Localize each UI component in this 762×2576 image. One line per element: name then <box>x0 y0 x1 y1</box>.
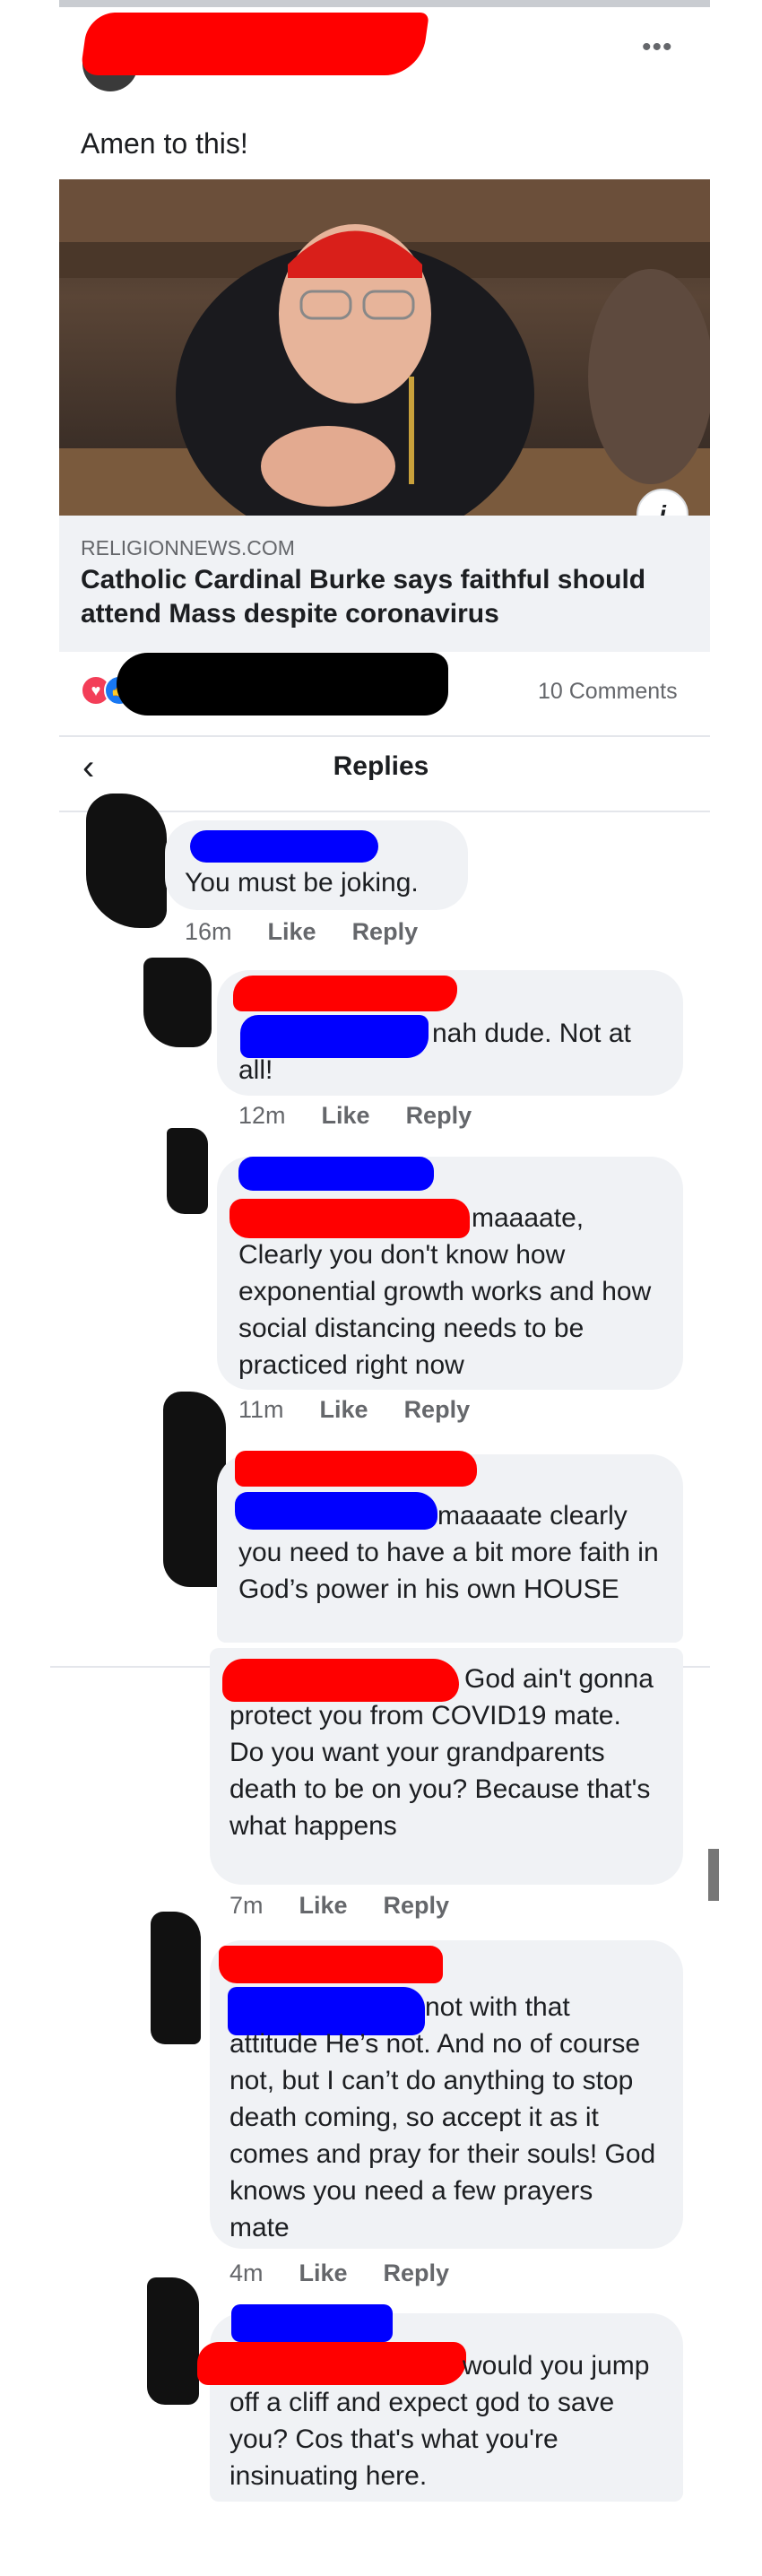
article-photo-illustration <box>59 179 710 516</box>
divider <box>59 735 710 737</box>
scroll-tab[interactable] <box>708 1849 719 1901</box>
like-link[interactable]: Like <box>268 918 316 945</box>
comment-time: 12m <box>238 1102 286 1129</box>
comment-actions: 12m Like Reply <box>238 1102 507 1130</box>
redacted-commenter-name <box>235 1451 477 1487</box>
reply-link[interactable]: Reply <box>406 1102 472 1129</box>
like-link[interactable]: Like <box>320 1396 368 1423</box>
redacted-commenter-name <box>190 830 378 863</box>
article-photo[interactable] <box>59 179 710 516</box>
commenter-avatar[interactable] <box>86 794 167 928</box>
comment-time: 16m <box>185 918 232 945</box>
comment-time: 7m <box>229 1892 264 1919</box>
comment-text: not with that attitude He’s not. And no … <box>229 1992 656 2242</box>
comment-text: God ain't gonna protect you from COVID19… <box>229 1664 654 1841</box>
comment-actions: 11m Like Reply <box>238 1396 506 1424</box>
reply-link[interactable]: Reply <box>404 1396 471 1423</box>
more-horizontal-icon[interactable]: ••• <box>642 32 673 63</box>
redacted-commenter-name <box>233 976 457 1011</box>
comment-text: You must be joking. <box>185 868 419 898</box>
comment-actions: 16m Like Reply <box>185 918 454 946</box>
replies-title: Replies <box>333 751 429 781</box>
redacted-reactions-names <box>117 653 448 716</box>
redacted-commenter-name <box>219 1946 443 1983</box>
redacted-commenter-name <box>231 2304 393 2342</box>
comment-text: nah dude. Not at all! <box>238 1019 631 1085</box>
like-link[interactable]: Like <box>299 2259 348 2286</box>
like-link[interactable]: Like <box>322 1102 370 1129</box>
commenter-avatar[interactable] <box>167 1128 208 1214</box>
comments-count[interactable]: 10 Comments <box>538 679 678 705</box>
commenter-avatar[interactable] <box>143 958 212 1047</box>
chevron-left-icon[interactable]: ‹ <box>82 748 94 788</box>
comment-time: 11m <box>238 1396 284 1423</box>
comment-time: 4m <box>229 2259 264 2286</box>
reply-link[interactable]: Reply <box>352 918 419 945</box>
link-headline[interactable]: Catholic Cardinal Burke says faithful sh… <box>81 563 690 631</box>
top-border <box>59 0 710 7</box>
commenter-avatar[interactable] <box>147 2277 199 2405</box>
comment-text: maaaate clearly you need to have a bit m… <box>238 1501 659 1604</box>
redacted-commenter-name <box>238 1157 434 1191</box>
reply-link[interactable]: Reply <box>384 2259 450 2286</box>
comment-actions: 4m Like Reply <box>229 2259 485 2287</box>
reply-link[interactable]: Reply <box>384 1892 450 1919</box>
redacted-author-name <box>80 13 429 75</box>
like-link[interactable]: Like <box>299 1892 348 1919</box>
comment-text: maaaate, Clearly you don't know how expo… <box>238 1203 652 1380</box>
link-domain: RELIGIONNEWS.COM <box>81 536 295 559</box>
comment-actions: 7m Like Reply <box>229 1892 485 1920</box>
commenter-avatar[interactable] <box>151 1912 201 2044</box>
post-text: Amen to this! <box>81 127 248 160</box>
comment-text: would you jump off a cliff and expect go… <box>229 2351 650 2491</box>
